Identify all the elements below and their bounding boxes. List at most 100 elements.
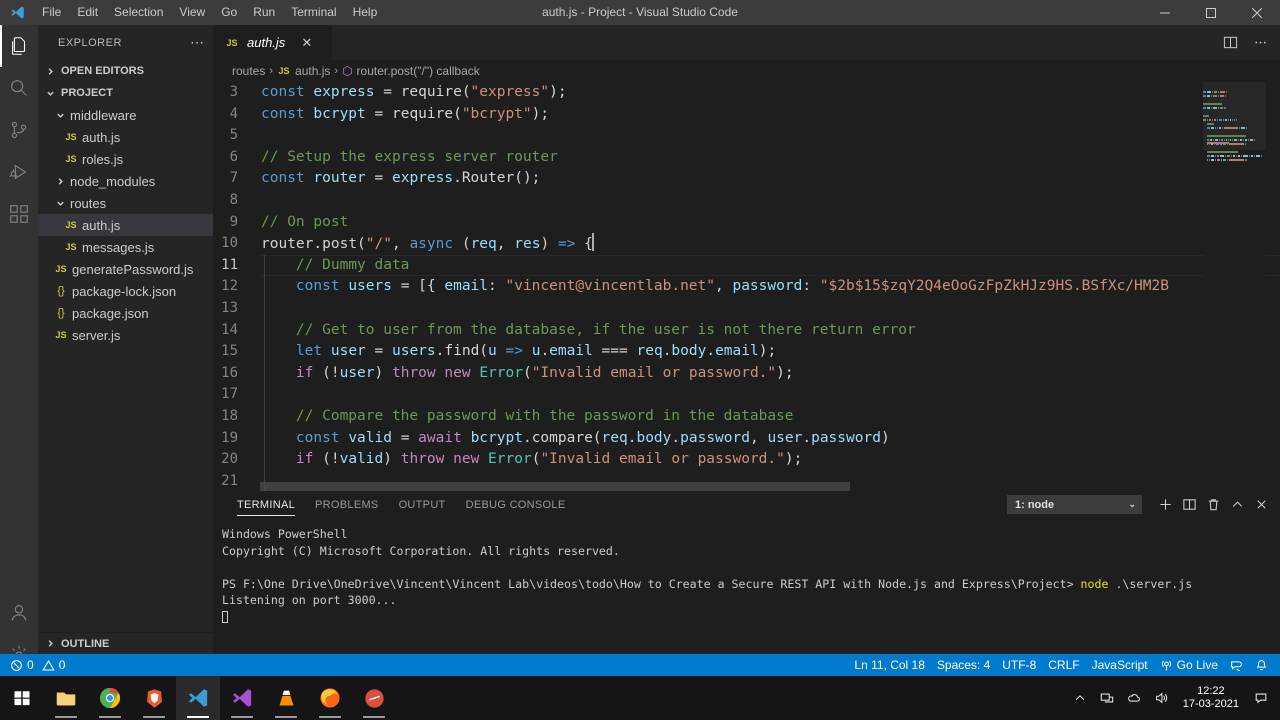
menu-terminal[interactable]: Terminal <box>283 0 344 25</box>
activity-run-debug[interactable] <box>0 151 38 193</box>
status-eol[interactable]: CRLF <box>1042 654 1085 676</box>
status-cursor-position[interactable]: Ln 11, Col 18 <box>848 654 931 676</box>
code-line-12[interactable]: 12 const users = [{ email: "vincent@vinc… <box>213 276 1280 298</box>
close-panel-icon[interactable] <box>1250 494 1272 516</box>
taskbar-vscode[interactable] <box>176 676 220 720</box>
volume-icon[interactable] <box>1152 689 1170 707</box>
maximize-button[interactable] <box>1188 0 1234 25</box>
section-project[interactable]: PROJECT <box>38 82 213 104</box>
sidebar-title: EXPLORER ⋯ <box>38 25 213 60</box>
onedrive-icon[interactable] <box>1125 689 1143 707</box>
new-terminal-icon[interactable] <box>1154 494 1176 516</box>
minimap-token <box>1207 155 1210 157</box>
code-line-5[interactable]: 5 <box>213 125 1280 147</box>
code-line-8[interactable]: 8 <box>213 190 1280 212</box>
taskbar-brave[interactable] <box>132 676 176 720</box>
panel-tab-debug-console[interactable]: DEBUG CONSOLE <box>456 491 576 518</box>
menu-help[interactable]: Help <box>345 0 386 25</box>
activity-source-control[interactable] <box>0 109 38 151</box>
code-line-17[interactable]: 17 <box>213 384 1280 406</box>
code-line-18[interactable]: 18 // Compare the password with the pass… <box>213 405 1280 428</box>
tree-item-auth-js[interactable]: JS auth.js <box>38 214 213 236</box>
code-line-10[interactable]: 10 router.post("/", async (req, res) => { <box>213 232 1280 255</box>
status-feedback-icon[interactable] <box>1224 654 1249 676</box>
tree-item-package-lock-json[interactable]: {} package-lock.json <box>38 280 213 302</box>
menu-view[interactable]: View <box>171 0 213 25</box>
tab-close-icon[interactable]: ✕ <box>301 36 312 49</box>
status-go-live[interactable]: Go Live <box>1154 654 1224 676</box>
tree-item-generatepassword-js[interactable]: JS generatePassword.js <box>38 258 213 280</box>
taskbar-start-button[interactable] <box>0 676 44 720</box>
menu-file[interactable]: File <box>34 0 69 25</box>
code-line-9[interactable]: 9 // On post <box>213 212 1280 234</box>
taskbar-visual-studio[interactable] <box>220 676 264 720</box>
ellipsis-icon[interactable] <box>1250 33 1270 53</box>
breadcrumb-item-0[interactable]: routes <box>232 64 265 78</box>
status-language-mode[interactable]: JavaScript <box>1086 654 1154 676</box>
activity-search[interactable] <box>0 67 38 109</box>
panel-tab-problems[interactable]: PROBLEMS <box>305 491 389 518</box>
minimap[interactable] <box>1203 82 1266 491</box>
action-center-icon[interactable] <box>1252 689 1270 707</box>
trash-icon[interactable] <box>1202 494 1224 516</box>
split-terminal-icon[interactable] <box>1178 494 1200 516</box>
menu-go[interactable]: Go <box>213 0 245 25</box>
code-line-19[interactable]: 19 const valid = await bcrypt.compare(re… <box>213 427 1280 450</box>
taskbar-chrome[interactable] <box>88 676 132 720</box>
code-editor[interactable]: 3 const express = require("express"); 4 con… <box>213 82 1280 491</box>
panel-tab-output[interactable]: OUTPUT <box>389 491 456 518</box>
code-line-16[interactable]: 16 if (!user) throw new Error("Invalid e… <box>213 362 1280 385</box>
code-line-6[interactable]: 6 // Setup the express server router <box>213 147 1280 169</box>
tree-item-auth-js[interactable]: JS auth.js <box>38 126 213 148</box>
status-bell-icon[interactable] <box>1249 654 1274 676</box>
tree-item-middleware[interactable]: middleware <box>38 104 213 126</box>
close-button[interactable] <box>1234 0 1280 25</box>
code-line-7[interactable]: 7 const router = express.Router(); <box>213 168 1280 190</box>
activity-extensions[interactable] <box>0 193 38 235</box>
tab-auth-js[interactable]: JS auth.js ✕ <box>213 25 333 60</box>
activity-accounts[interactable] <box>0 592 38 634</box>
code-line-15[interactable]: 15 let user = users.find(u => u.email ==… <box>213 341 1280 363</box>
breadcrumb-item-2[interactable]: ⬡ router.post("/") callback <box>342 64 480 78</box>
panel-tab-terminal[interactable]: TERMINAL <box>227 491 305 518</box>
editor-horizontal-scrollbar[interactable] <box>260 482 850 491</box>
tray-expand-icon[interactable] <box>1071 689 1089 707</box>
breadcrumb-item-1[interactable]: JS auth.js <box>277 64 331 78</box>
network-icon[interactable] <box>1098 689 1116 707</box>
tree-item-node-modules[interactable]: node_modules <box>38 170 213 192</box>
code-line-13[interactable]: 13 <box>213 297 1280 320</box>
code-line-14[interactable]: 14 // Get to user from the database, if … <box>213 319 1280 342</box>
status-indentation[interactable]: Spaces: 4 <box>931 654 996 676</box>
terminal-output[interactable]: Windows PowerShell Copyright (C) Microsof… <box>213 518 1280 625</box>
taskbar-clock[interactable]: 12:22 17-03-2021 <box>1179 685 1243 711</box>
terminal-selector[interactable]: 1: node ⌄ <box>1007 495 1142 514</box>
code-line-11[interactable]: 11 // Dummy data <box>213 254 1280 277</box>
menu-selection[interactable]: Selection <box>106 0 171 25</box>
code-line-3[interactable]: 3 const express = require("express"); <box>213 82 1280 104</box>
tree-item-server-js[interactable]: JS server.js <box>38 324 213 346</box>
sidebar-more-icon[interactable]: ⋯ <box>190 34 205 51</box>
chevron-up-icon[interactable] <box>1226 494 1248 516</box>
split-editor-icon[interactable] <box>1220 33 1240 53</box>
activity-explorer[interactable] <box>0 25 38 67</box>
menu-run[interactable]: Run <box>245 0 283 25</box>
section-outline[interactable]: OUTLINE <box>38 632 213 654</box>
minimap-token <box>1229 159 1245 161</box>
editor-vertical-scrollbar[interactable] <box>1266 82 1280 491</box>
minimize-button[interactable] <box>1142 0 1188 25</box>
taskbar-vlc[interactable] <box>264 676 308 720</box>
minimap-slider[interactable] <box>1203 82 1266 150</box>
code-line-20[interactable]: 20 if (!valid) throw new Error("Invalid … <box>213 449 1280 471</box>
tree-item-package-json[interactable]: {} package.json <box>38 302 213 324</box>
tree-item-routes[interactable]: routes <box>38 192 213 214</box>
taskbar-firefox[interactable] <box>308 676 352 720</box>
menu-edit[interactable]: Edit <box>69 0 106 25</box>
tree-item-messages-js[interactable]: JS messages.js <box>38 236 213 258</box>
section-open-editors[interactable]: OPEN EDITORS <box>38 60 213 82</box>
tree-item-roles-js[interactable]: JS roles.js <box>38 148 213 170</box>
status-encoding[interactable]: UTF-8 <box>996 654 1042 676</box>
code-line-4[interactable]: 4 const bcrypt = require("bcrypt"); <box>213 104 1280 126</box>
status-problems[interactable]: 0 0 <box>4 654 71 676</box>
taskbar-recorder[interactable] <box>352 676 396 720</box>
taskbar-file-explorer[interactable] <box>44 676 88 720</box>
